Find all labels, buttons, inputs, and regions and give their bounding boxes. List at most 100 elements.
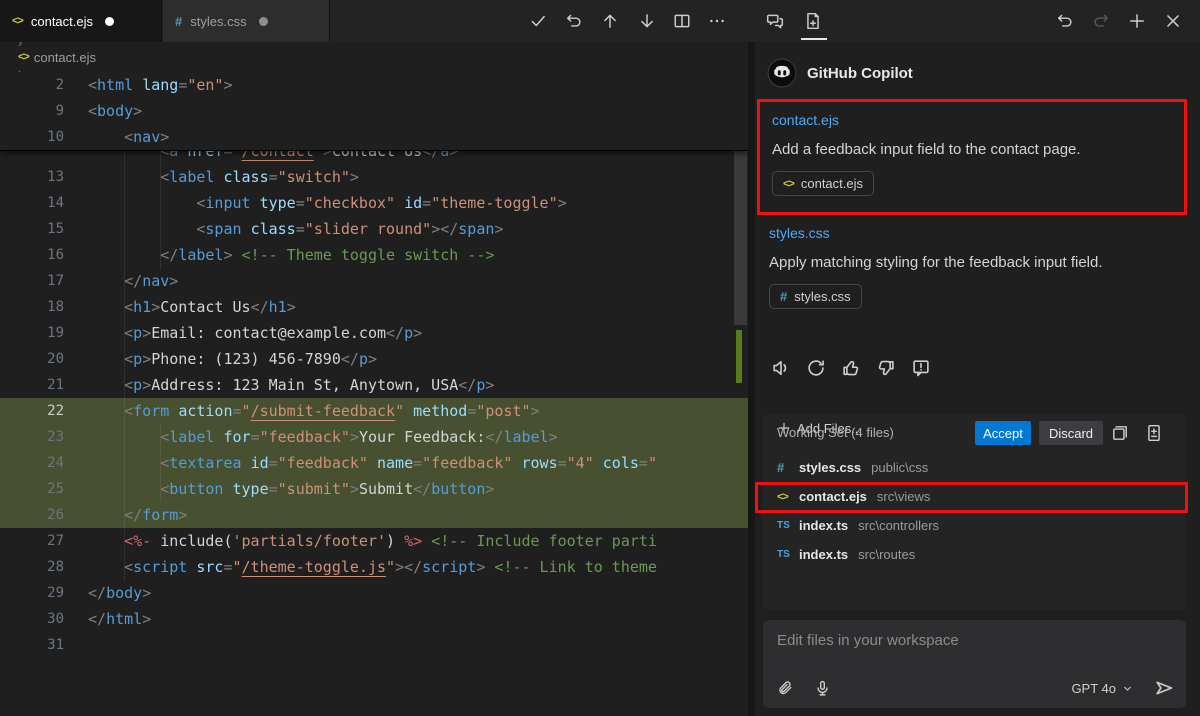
line-content: <span class="slider round"></span>: [64, 216, 503, 242]
discard-icon[interactable]: [565, 12, 583, 30]
code-line-16[interactable]: 16 </label> <!-- Theme toggle switch -->: [0, 242, 748, 268]
code-line-13[interactable]: 13 <label class="switch">: [0, 164, 748, 190]
code-line-28[interactable]: 28 <script src="/theme-toggle.js"></scri…: [0, 554, 748, 580]
close-icon[interactable]: [1164, 12, 1182, 30]
code-line-20[interactable]: 20 <p>Phone: (123) 456-7890</p>: [0, 346, 748, 372]
working-set-file-index-ts[interactable]: TSindex.tssrc\controllers: [763, 511, 1186, 540]
file-link[interactable]: contact.ejs: [772, 112, 839, 128]
working-set-file-contact-ejs[interactable]: <>contact.ejssrc\views: [763, 482, 1186, 511]
save-all-icon[interactable]: [1111, 424, 1129, 442]
request-styles-css: styles.css Apply matching styling for th…: [769, 225, 1103, 309]
code-line-17[interactable]: 17 </nav>: [0, 268, 748, 294]
undo-icon[interactable]: [1056, 12, 1074, 30]
line-number: 29: [0, 580, 64, 606]
code-line-31[interactable]: 31: [0, 632, 748, 658]
line-number: 19: [0, 320, 64, 346]
code-line-29[interactable]: 29</body>: [0, 580, 748, 606]
css-file-icon: #: [175, 14, 182, 29]
code-line-15[interactable]: 15 <span class="slider round"></span>: [0, 216, 748, 242]
retry-icon[interactable]: [806, 358, 826, 378]
send-icon[interactable]: [1154, 678, 1174, 698]
code-line-23[interactable]: 23 <label for="feedback">Your Feedback:<…: [0, 424, 748, 450]
modified-dot-icon[interactable]: [259, 17, 268, 26]
line-number: 15: [0, 216, 64, 242]
model-picker[interactable]: GPT 4o: [1071, 681, 1134, 696]
tab-contact-ejs[interactable]: <> contact.ejs: [0, 0, 162, 42]
code-line-9[interactable]: 9<body>: [0, 98, 748, 124]
code-line-22[interactable]: 22 <form action="/submit-feedback" metho…: [0, 398, 748, 424]
copilot-header: GitHub Copilot: [767, 58, 913, 88]
code-line-2[interactable]: 2<html lang="en">: [0, 72, 748, 98]
working-set-file-styles-css[interactable]: #styles.csspublic\css: [763, 453, 1186, 482]
check-icon[interactable]: [529, 12, 547, 30]
accept-button[interactable]: Accept: [975, 421, 1031, 445]
report-issue-icon[interactable]: [911, 358, 931, 378]
line-number: 20: [0, 346, 64, 372]
indent-guide: [160, 424, 161, 502]
code-line-30[interactable]: 30</html>: [0, 606, 748, 632]
file-name: index.ts: [799, 518, 848, 533]
file-name: styles.css: [799, 460, 861, 475]
tab-styles-css[interactable]: # styles.css: [163, 0, 330, 42]
line-content: </form>: [64, 502, 187, 528]
line-number: 26: [0, 502, 64, 528]
line-number: 25: [0, 476, 64, 502]
chat-input[interactable]: Edit files in your workspace GPT 4o: [763, 620, 1186, 708]
code-line-27[interactable]: 27 <%- include('partials/footer') %> <!-…: [0, 528, 748, 554]
line-number: 14: [0, 190, 64, 216]
copilot-edits-icon[interactable]: [804, 12, 822, 30]
line-content: <textarea id="feedback" name="feedback" …: [64, 450, 657, 476]
file-name: index.ts: [799, 547, 848, 562]
line-number: 23: [0, 424, 64, 450]
diff-added-marker: [736, 330, 742, 383]
breadcrumb-item-contact-ejs[interactable]: <>contact.ejs: [18, 50, 96, 65]
attach-icon[interactable]: [777, 680, 794, 697]
breadcrumb: src › views › <>contact.ejs › html › bod…: [0, 42, 748, 72]
code-line-10[interactable]: 10 <nav>: [0, 124, 748, 150]
line-content: </nav>: [64, 268, 178, 294]
thumbs-down-icon[interactable]: [876, 358, 896, 378]
new-session-icon[interactable]: [1128, 12, 1146, 30]
previous-change-icon[interactable]: [601, 12, 619, 30]
code-line-18[interactable]: 18 <h1>Contact Us</h1>: [0, 294, 748, 320]
split-editor-icon[interactable]: [673, 12, 691, 30]
active-panel-indicator: [801, 38, 827, 40]
next-change-icon[interactable]: [638, 12, 656, 30]
file-link[interactable]: styles.css: [769, 225, 830, 241]
code-line-26[interactable]: 26 </form>: [0, 502, 748, 528]
file-diff-icon[interactable]: [1145, 424, 1163, 442]
working-set-file-index-ts[interactable]: TSindex.tssrc\routes: [763, 540, 1186, 569]
file-chip-styles-css[interactable]: # styles.css: [769, 284, 862, 309]
chevron-down-icon: [1121, 682, 1134, 695]
chat-input-placeholder: Edit files in your workspace: [777, 632, 959, 649]
scrollbar-thumb[interactable]: [734, 142, 747, 325]
line-number: 30: [0, 606, 64, 632]
comments-icon[interactable]: [766, 12, 784, 30]
request-message: Apply matching styling for the feedback …: [769, 254, 1103, 271]
modified-dot-icon[interactable]: [105, 17, 114, 26]
read-aloud-icon[interactable]: [771, 358, 791, 378]
line-number: 22: [0, 398, 64, 424]
code-line-19[interactable]: 19 <p>Email: contact@example.com</p>: [0, 320, 748, 346]
mic-icon[interactable]: [814, 680, 831, 697]
ejs-file-icon: <>: [777, 491, 799, 503]
code-line-partial[interactable]: <a href="/contact">Contact Us</a>: [0, 151, 748, 164]
code-line-24[interactable]: 24 <textarea id="feedback" name="feedbac…: [0, 450, 748, 476]
indent-guide: [124, 152, 125, 582]
line-number: 2: [0, 72, 64, 98]
code-line-25[interactable]: 25 <button type="submit">Submit</button>: [0, 476, 748, 502]
redo-icon[interactable]: [1092, 12, 1110, 30]
file-chip-contact-ejs[interactable]: <> contact.ejs: [772, 171, 874, 196]
line-content: <p>Address: 123 Main St, Anytown, USA</p…: [64, 372, 494, 398]
more-actions-icon[interactable]: [708, 12, 726, 30]
code-line-14[interactable]: 14 <input type="checkbox" id="theme-togg…: [0, 190, 748, 216]
line-number: 16: [0, 242, 64, 268]
vscode-window: <> contact.ejs # styles.css: [0, 0, 1200, 716]
line-content: </html>: [64, 606, 151, 632]
code-line-21[interactable]: 21 <p>Address: 123 Main St, Anytown, USA…: [0, 372, 748, 398]
line-content: <%- include('partials/footer') %> <!-- I…: [64, 528, 657, 554]
thumbs-up-icon[interactable]: [841, 358, 861, 378]
tab-label: styles.css: [190, 14, 246, 29]
line-content: [64, 632, 88, 658]
discard-button[interactable]: Discard: [1039, 421, 1103, 445]
